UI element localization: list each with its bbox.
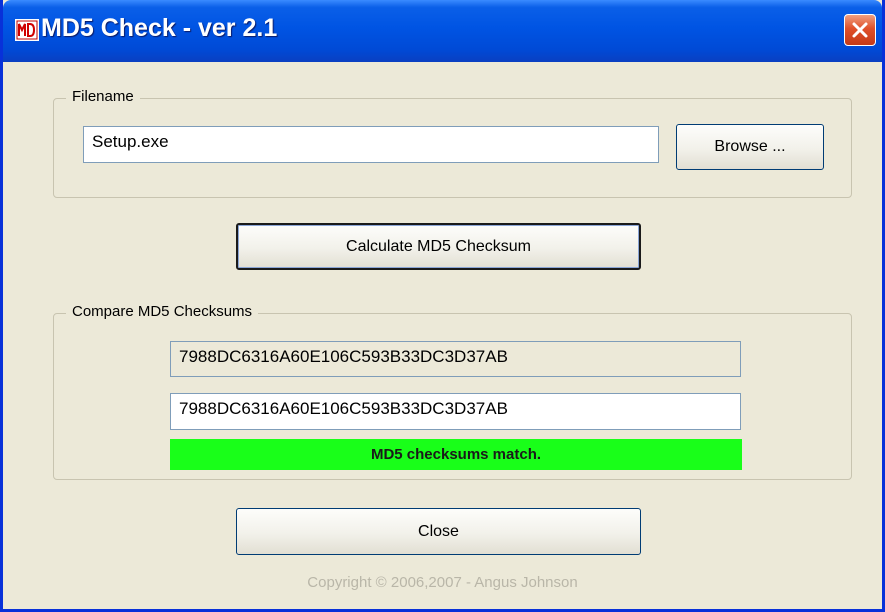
expected-checksum-input[interactable]: 7988DC6316A60E106C593B33DC3D37AB <box>170 393 741 430</box>
window-title: MD5 Check - ver 2.1 <box>41 14 278 42</box>
md5-app-icon <box>15 19 39 41</box>
md5-check-window: MD5 Check - ver 2.1 Filename Setup.exe B… <box>0 0 885 612</box>
close-window-button[interactable] <box>844 14 876 46</box>
copyright-text: Copyright © 2006,2007 - Angus Johnson <box>307 574 578 591</box>
filename-group-label: Filename <box>66 88 140 105</box>
browse-button[interactable]: Browse ... <box>676 124 824 170</box>
computed-checksum-field: 7988DC6316A60E106C593B33DC3D37AB <box>170 341 741 377</box>
compare-group-label: Compare MD5 Checksums <box>66 303 259 320</box>
match-status-bar: MD5 checksums match. <box>170 439 742 470</box>
title-bar[interactable]: MD5 Check - ver 2.1 <box>3 0 882 62</box>
close-icon <box>852 22 868 38</box>
filename-input[interactable]: Setup.exe <box>83 126 659 163</box>
calculate-md5-button[interactable]: Calculate MD5 Checksum <box>236 223 641 270</box>
close-button[interactable]: Close <box>236 508 641 555</box>
